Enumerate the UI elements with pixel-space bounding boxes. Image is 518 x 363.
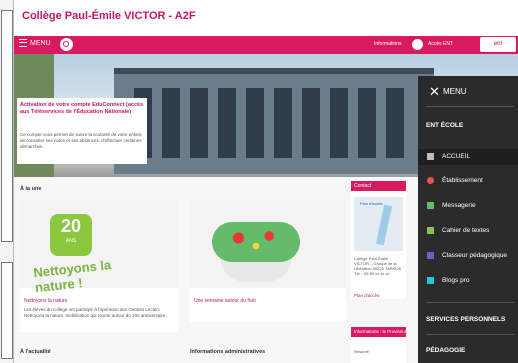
menu-button[interactable]: MENU <box>19 39 51 47</box>
school-icon <box>427 177 434 184</box>
blog-icon <box>427 277 434 284</box>
salad-image <box>212 222 300 262</box>
school-address: Collège Paul-Émile VICTOR – Groupe de la… <box>354 256 402 276</box>
hero-card-text: Ce compte vous permet de suivre la scola… <box>20 132 143 149</box>
divider <box>426 106 514 107</box>
section-admin-title: Informations administratives <box>190 349 266 355</box>
news-card-fruit[interactable]: Une semaine autour du fruit <box>190 200 346 322</box>
menu-item-accueil[interactable]: ACCUEIL <box>418 149 518 165</box>
menu-heading-services[interactable]: SERVICES PERSONNELS <box>426 316 505 323</box>
info-card-header: Informations : le Proviseur <box>351 327 406 337</box>
hamburger-icon <box>19 39 27 47</box>
news-card-caption[interactable]: Nettoyons la nature <box>24 298 67 304</box>
section-focus-title: À la une <box>20 186 42 192</box>
contact-card-header: Contact <box>351 181 406 191</box>
info-card: Informations : le Proviseur Résumé <box>351 327 406 363</box>
grid-icon <box>427 153 434 160</box>
website-page: Collège Paul-Émile VICTOR - A2F MENU Inf… <box>14 0 518 363</box>
left-panel-box <box>1 262 13 359</box>
main-navbar: MENU Informations Accès ENT ent <box>14 36 518 54</box>
site-title[interactable]: Collège Paul-Émile VICTOR - A2F <box>22 10 196 22</box>
nav-link-info[interactable]: Informations <box>374 41 402 47</box>
browser-frame: Collège Paul-Émile VICTOR - A2F MENU Inf… <box>0 0 518 363</box>
mail-icon <box>427 202 434 209</box>
side-menu-panel: ✕ MENU ENT ÉCOLE ACCUEIL Établissement M… <box>418 76 518 363</box>
menu-item-blogs[interactable]: Blogs pro <box>418 273 518 289</box>
menu-item-cahier[interactable]: Cahier de textes <box>418 223 518 239</box>
folder-icon <box>427 252 434 259</box>
menu-heading-pedagogie[interactable]: PÉDAGOGIE <box>426 347 465 354</box>
news-card-text: Les élèves du collège ont participé à l'… <box>24 307 167 318</box>
hero-card-title: Activation de votre compte EduConnect (a… <box>20 102 144 115</box>
menu-button-label: MENU <box>30 39 51 47</box>
notebook-icon <box>427 227 434 234</box>
contact-map-card: Contact Plan d'accès Collège Paul-Émile … <box>351 181 406 299</box>
search-icon[interactable] <box>60 38 73 51</box>
news-card-nature[interactable]: 20 ANS Nettoyons la nature ! Nettoyons l… <box>20 200 178 332</box>
news-card-caption[interactable]: Une semaine autour du fruit <box>194 298 256 304</box>
news-card-image <box>190 200 346 288</box>
info-card-text: Résumé <box>354 349 369 354</box>
divider <box>426 302 514 303</box>
news-card-image: 20 ANS Nettoyons la nature ! <box>20 200 178 295</box>
close-icon[interactable]: ✕ <box>429 85 440 98</box>
nav-link-ent[interactable]: Accès ENT <box>428 41 453 47</box>
nature-art-text: Nettoyons la nature ! <box>32 257 112 296</box>
menu-item-etablissement[interactable]: Établissement <box>418 173 518 189</box>
section-news-title: À l'actualité <box>20 349 51 355</box>
user-icon[interactable] <box>412 39 423 50</box>
site-header: Collège Paul-Émile VICTOR - A2F <box>14 0 518 36</box>
left-panel <box>0 0 14 363</box>
menu-heading-ent[interactable]: ENT ÉCOLE <box>426 122 463 129</box>
map-label: Plan d'accès <box>360 201 383 206</box>
ent-logo[interactable]: ent <box>480 37 516 52</box>
anniversary-badge: 20 ANS <box>50 214 92 256</box>
divider <box>426 334 514 335</box>
hero-building <box>114 68 434 174</box>
menu-item-classeur[interactable]: Classeur pédagogique <box>418 248 518 264</box>
menu-item-messagerie[interactable]: Messagerie <box>418 198 518 214</box>
left-panel-box <box>1 10 13 242</box>
side-menu-title: MENU <box>443 87 467 96</box>
map-link[interactable]: Plan d'accès <box>354 293 379 298</box>
location-map[interactable]: Plan d'accès <box>354 197 403 251</box>
hero-news-card[interactable]: Activation de votre compte EduConnect (a… <box>17 98 147 164</box>
